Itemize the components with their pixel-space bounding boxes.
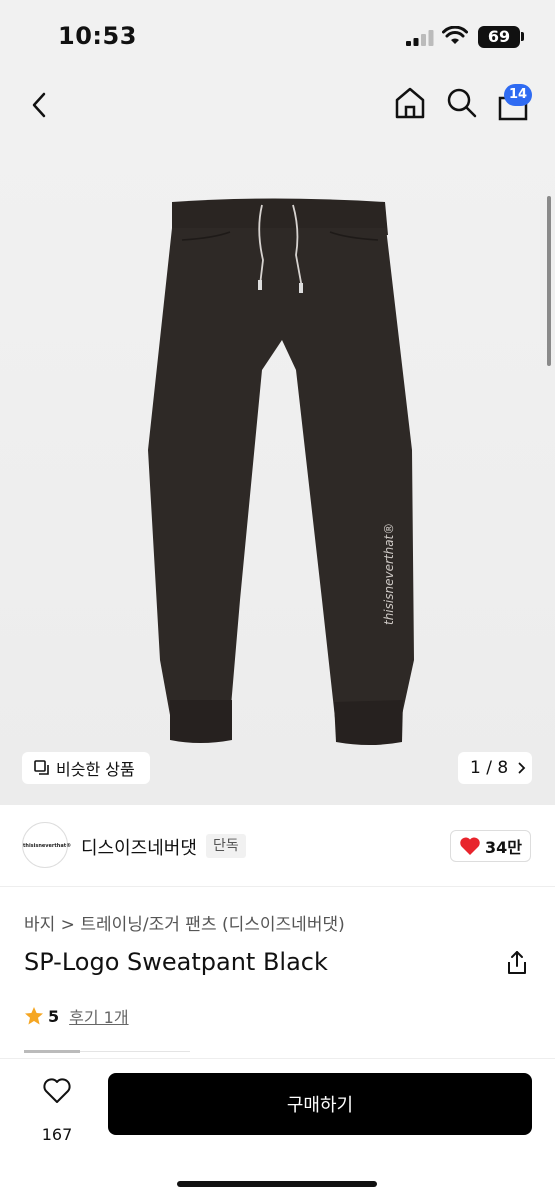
search-icon[interactable] bbox=[445, 86, 477, 120]
exclusive-badge: 단독 bbox=[206, 834, 246, 858]
tab-divider bbox=[80, 1051, 190, 1052]
wifi-icon bbox=[442, 26, 468, 44]
cellular-signal-icon bbox=[406, 30, 434, 46]
review-count-link[interactable]: 후기 1개 bbox=[69, 1004, 128, 1028]
battery-icon: 69 bbox=[478, 26, 520, 48]
status-bar: 10:53 69 bbox=[0, 0, 555, 70]
heart-filled-icon bbox=[460, 837, 480, 855]
pants-logo-print: thisisneverthat® bbox=[382, 523, 396, 625]
cart-count-badge: 14 bbox=[504, 84, 532, 106]
rating-row: 5 후기 1개 bbox=[24, 1004, 129, 1028]
tab-indicator bbox=[24, 1050, 80, 1053]
brand-like-count: 34만 bbox=[485, 838, 522, 857]
similar-items-icon bbox=[34, 760, 49, 775]
brand-logo[interactable]: thisisneverthat® bbox=[22, 822, 71, 868]
scroll-indicator bbox=[547, 196, 551, 366]
brand-name[interactable]: 디스이즈네버댓 bbox=[81, 834, 197, 860]
product-photo: thisisneverthat® bbox=[148, 198, 414, 745]
share-icon[interactable] bbox=[505, 950, 529, 976]
back-arrow-icon[interactable] bbox=[26, 90, 54, 120]
product-title: SP-Logo Sweatpant Black bbox=[24, 948, 328, 976]
heart-outline-icon bbox=[43, 1078, 71, 1103]
gallery-page-text: 1 / 8 bbox=[470, 758, 509, 778]
brand-like-button[interactable]: 34만 bbox=[450, 830, 531, 862]
home-icon[interactable] bbox=[394, 86, 426, 120]
star-icon bbox=[25, 1007, 43, 1025]
wishlist-count: 167 bbox=[41, 1125, 73, 1144]
battery-nub bbox=[521, 32, 524, 41]
rating-value: 5 bbox=[48, 1006, 60, 1026]
brand-row[interactable]: thisisneverthat® 디스이즈네버댓 단독 34만 bbox=[0, 805, 555, 887]
bottom-action-bar: 167 구매하기 bbox=[0, 1058, 555, 1200]
wishlist-button[interactable]: 167 bbox=[28, 1075, 86, 1144]
similar-products-button[interactable]: 비슷한 상품 bbox=[22, 752, 150, 784]
nav-bar bbox=[0, 70, 555, 140]
similar-products-label: 비슷한 상품 bbox=[56, 760, 135, 779]
chevron-right-icon bbox=[518, 762, 526, 774]
buy-button[interactable]: 구매하기 bbox=[108, 1073, 532, 1135]
product-image-gallery[interactable]: thisisneverthat® 비슷한 상품 1 / 8 bbox=[0, 140, 555, 805]
status-time: 10:53 bbox=[58, 22, 137, 50]
home-indicator bbox=[177, 1181, 377, 1187]
category-breadcrumb[interactable]: 바지 > 트레이닝/조거 팬츠 (디스이즈네버댓) bbox=[24, 910, 345, 935]
gallery-page-indicator[interactable]: 1 / 8 bbox=[458, 752, 532, 784]
